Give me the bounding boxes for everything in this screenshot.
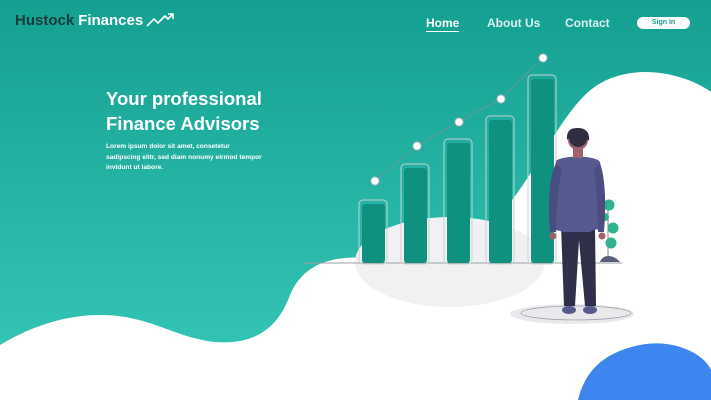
trend-point-4 bbox=[496, 94, 506, 104]
bar-3 bbox=[447, 143, 470, 263]
trend-point-2 bbox=[412, 141, 422, 151]
growth-illustration bbox=[303, 53, 634, 324]
trend-point-1 bbox=[370, 176, 380, 186]
trend-point-5 bbox=[538, 53, 548, 63]
hero-title: Your professional Finance Advisors bbox=[106, 86, 306, 136]
bar-2 bbox=[404, 168, 427, 263]
trend-point-3 bbox=[454, 117, 464, 127]
main-nav: Home About Us Contact bbox=[0, 16, 711, 36]
nav-about-link[interactable]: About Us bbox=[487, 16, 540, 30]
bar-1 bbox=[362, 204, 385, 263]
nav-contact-link[interactable]: Contact bbox=[565, 16, 610, 30]
hero-description: Lorem ipsum dolor sit amet, consetetur s… bbox=[106, 143, 262, 171]
sign-in-button[interactable]: Sign In bbox=[637, 17, 690, 29]
hero-title-line-1: Your professional bbox=[106, 88, 262, 109]
person-figure bbox=[548, 128, 606, 314]
nav-home-link[interactable]: Home bbox=[426, 16, 460, 32]
landing-page: Hustock Finances Home About Us Contact S… bbox=[0, 0, 711, 400]
bar-4 bbox=[489, 120, 512, 263]
hero-title-line-2: Finance Advisors bbox=[106, 113, 260, 134]
